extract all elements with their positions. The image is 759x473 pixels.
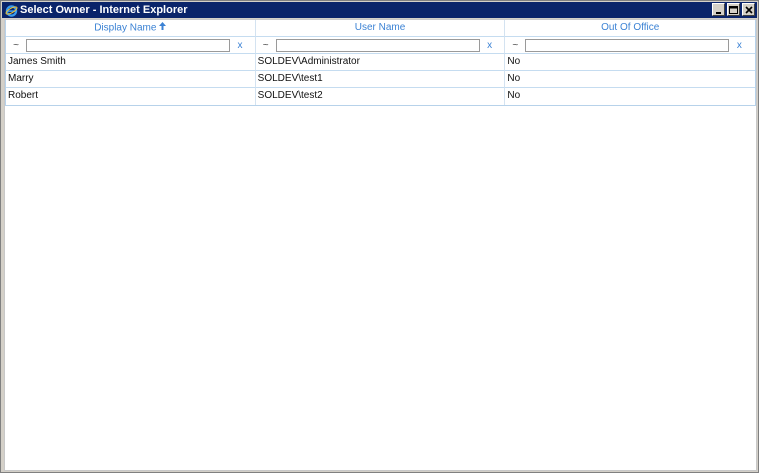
cell-display-name: James Smith: [6, 54, 256, 71]
window-title: Select Owner - Internet Explorer: [20, 4, 188, 16]
table-row[interactable]: Marry SOLDEV\test1 No: [6, 71, 756, 88]
column-header-label: User Name: [354, 22, 406, 33]
sort-ascending-icon: [159, 20, 167, 36]
filter-input-user-name[interactable]: [275, 38, 480, 52]
filter-clear-button[interactable]: x: [230, 40, 250, 51]
minimize-button[interactable]: [712, 3, 725, 16]
close-button[interactable]: [742, 3, 755, 16]
column-header-label: Out Of Office: [601, 22, 660, 33]
column-header-label: Display Name: [94, 22, 157, 34]
title-bar[interactable]: Select Owner - Internet Explorer: [2, 2, 757, 18]
table-row[interactable]: James Smith SOLDEV\Administrator No: [6, 54, 756, 71]
close-icon: [744, 5, 753, 14]
filter-input-out-of-office[interactable]: [525, 38, 730, 52]
filter-input-display-name[interactable]: [26, 38, 230, 52]
minimize-icon: [715, 11, 721, 14]
owner-grid: Display Name User Name Out Of Office ~ x…: [5, 20, 756, 106]
filter-operator-button[interactable]: ~: [256, 40, 276, 51]
cell-display-name: Robert: [6, 88, 256, 105]
grid-filter-row: ~ x ~ x ~ x: [6, 37, 756, 54]
maximize-icon: [729, 5, 738, 14]
filter-cell-display-name: ~ x: [6, 37, 256, 54]
column-header-display-name[interactable]: Display Name: [6, 20, 256, 37]
cell-out-of-office: No: [505, 71, 756, 88]
filter-operator-button[interactable]: ~: [6, 40, 26, 51]
filter-operator-button[interactable]: ~: [505, 40, 525, 51]
column-header-user-name[interactable]: User Name: [255, 20, 506, 37]
column-header-out-of-office[interactable]: Out Of Office: [505, 20, 756, 37]
maximize-button[interactable]: [727, 3, 740, 16]
filter-clear-button[interactable]: x: [729, 40, 749, 51]
cell-user-name: SOLDEV\test2: [256, 88, 506, 105]
table-row[interactable]: Robert SOLDEV\test2 No: [6, 88, 755, 105]
window-controls: [712, 3, 755, 16]
cell-display-name: Marry: [6, 71, 256, 88]
page-content: Display Name User Name Out Of Office ~ x…: [4, 19, 757, 471]
cell-user-name: SOLDEV\Administrator: [255, 54, 506, 71]
cell-out-of-office: No: [505, 54, 756, 71]
cell-user-name: SOLDEV\test1: [255, 71, 506, 88]
filter-cell-user-name: ~ x: [255, 37, 506, 54]
internet-explorer-icon: [4, 3, 18, 17]
filter-cell-out-of-office: ~ x: [505, 37, 756, 54]
cell-out-of-office: No: [507, 90, 521, 101]
filter-clear-button[interactable]: x: [480, 40, 500, 51]
grid-header-row: Display Name User Name Out Of Office: [6, 20, 756, 37]
ie-window: Select Owner - Internet Explorer Display…: [0, 0, 759, 473]
